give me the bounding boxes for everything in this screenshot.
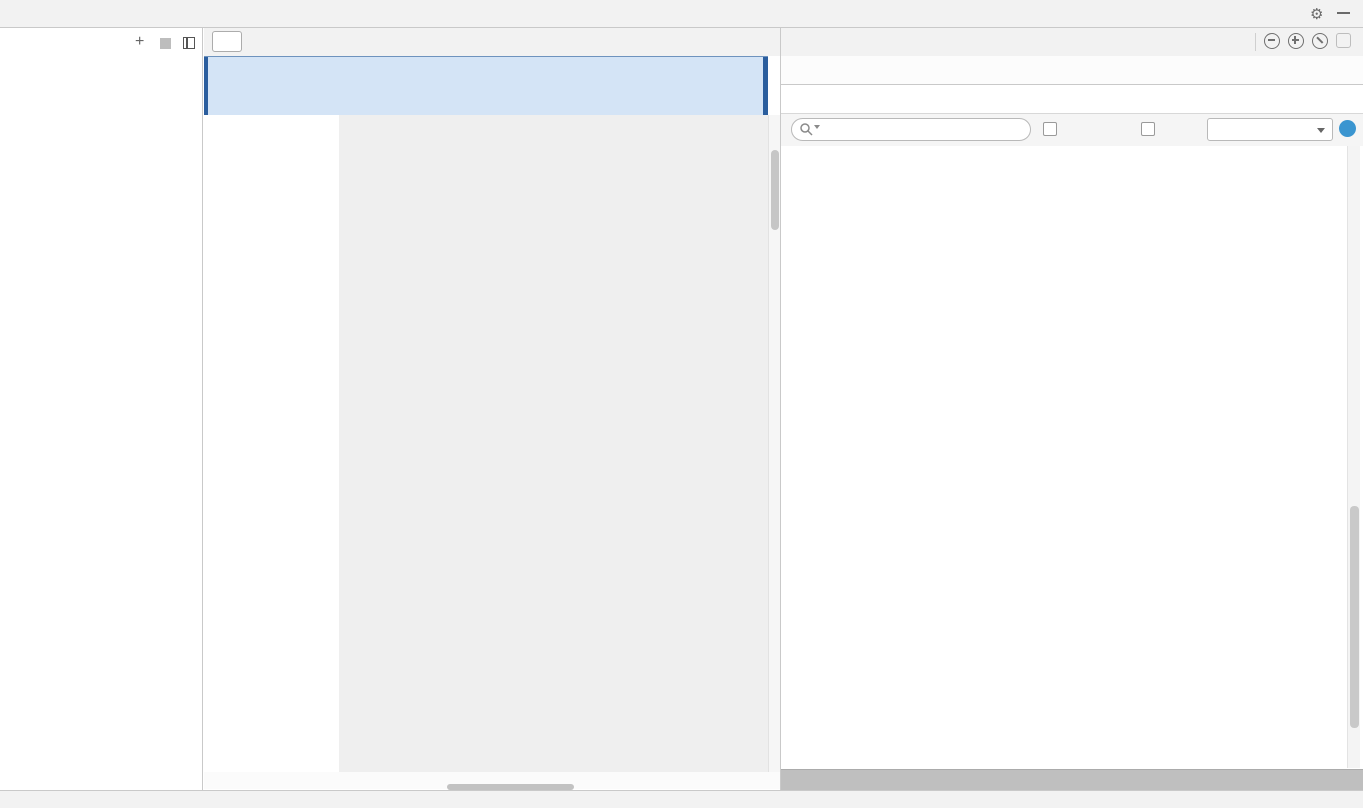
analysis-subtabs [781,85,1363,114]
zoom-to-selection-icon[interactable] [1336,33,1351,48]
collapse-panel-icon[interactable] [183,37,195,49]
search-input[interactable] [822,120,1026,141]
threads-scrollbar-thumb[interactable] [771,150,779,230]
search-icon [799,122,815,138]
clock-mode-dropdown[interactable] [1207,118,1333,141]
analysis-tabs [781,56,1363,85]
flame-scrollbar-thumb[interactable] [1350,506,1359,728]
stop-session-icon[interactable] [160,38,171,49]
zoom-in-icon[interactable] [1288,33,1304,49]
toolbar-divider [1255,33,1256,51]
flame-vertical-scrollbar[interactable] [1347,146,1360,768]
help-icon[interactable] [1339,120,1356,137]
cpu-accent-bar-right [763,57,768,115]
threads-timeline [204,115,780,772]
flame-search-row [781,114,1363,146]
cpu-usage-banner[interactable] [204,56,768,115]
analysis-toolbar [781,28,1363,56]
minimize-icon[interactable] [1337,12,1350,14]
sessions-panel: + [0,28,203,790]
regex-checkbox[interactable] [1141,122,1155,136]
chevron-down-icon [1317,128,1325,133]
reset-zoom-icon[interactable] [1312,33,1328,49]
cpu-accent-bar [204,57,208,115]
threads-toolbar [204,28,780,56]
match-case-checkbox[interactable] [1043,122,1057,136]
gear-icon[interactable]: ⚙ [1310,5,1323,23]
status-bar [0,790,1363,808]
search-box[interactable] [791,118,1031,141]
search-options-caret-icon[interactable] [814,125,820,129]
profiler-window: ⚙ + [0,0,1363,808]
zoom-out-icon[interactable] [1264,33,1280,49]
threads-vertical-scrollbar[interactable] [768,115,780,772]
analysis-panel [780,28,1363,790]
collapse-frames-button[interactable] [212,31,242,52]
add-session-icon[interactable]: + [135,33,144,51]
title-bar: ⚙ [0,0,1363,28]
flame-chart [781,146,1363,768]
flame-percent-ruler [781,769,1363,790]
threads-chart-background [339,115,768,772]
